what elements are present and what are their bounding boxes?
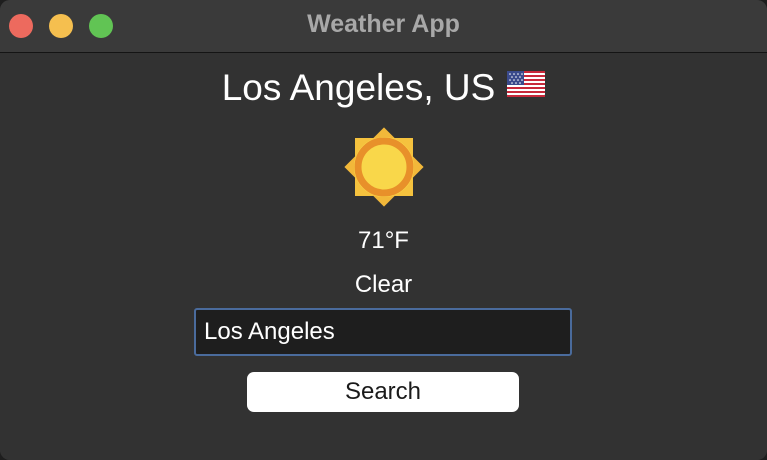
search-button[interactable]: Search bbox=[247, 372, 519, 412]
sun-icon bbox=[344, 127, 424, 207]
temperature-label: 71°F bbox=[358, 227, 409, 254]
city-heading: Los Angeles, US bbox=[0, 67, 767, 109]
city-name: Los Angeles, US bbox=[221, 67, 496, 108]
main-content: Los Angeles, US 71°F Clear Los Angeles S… bbox=[0, 53, 767, 460]
title-bar[interactable]: Weather App bbox=[0, 0, 767, 53]
app-window: Weather App Los Angeles, US 71°F Clear L… bbox=[0, 0, 767, 460]
city-search-input[interactable] bbox=[194, 308, 572, 356]
window-title: Weather App bbox=[307, 10, 460, 38]
condition-label: Clear bbox=[354, 271, 413, 298]
us-flag-icon bbox=[507, 71, 546, 97]
